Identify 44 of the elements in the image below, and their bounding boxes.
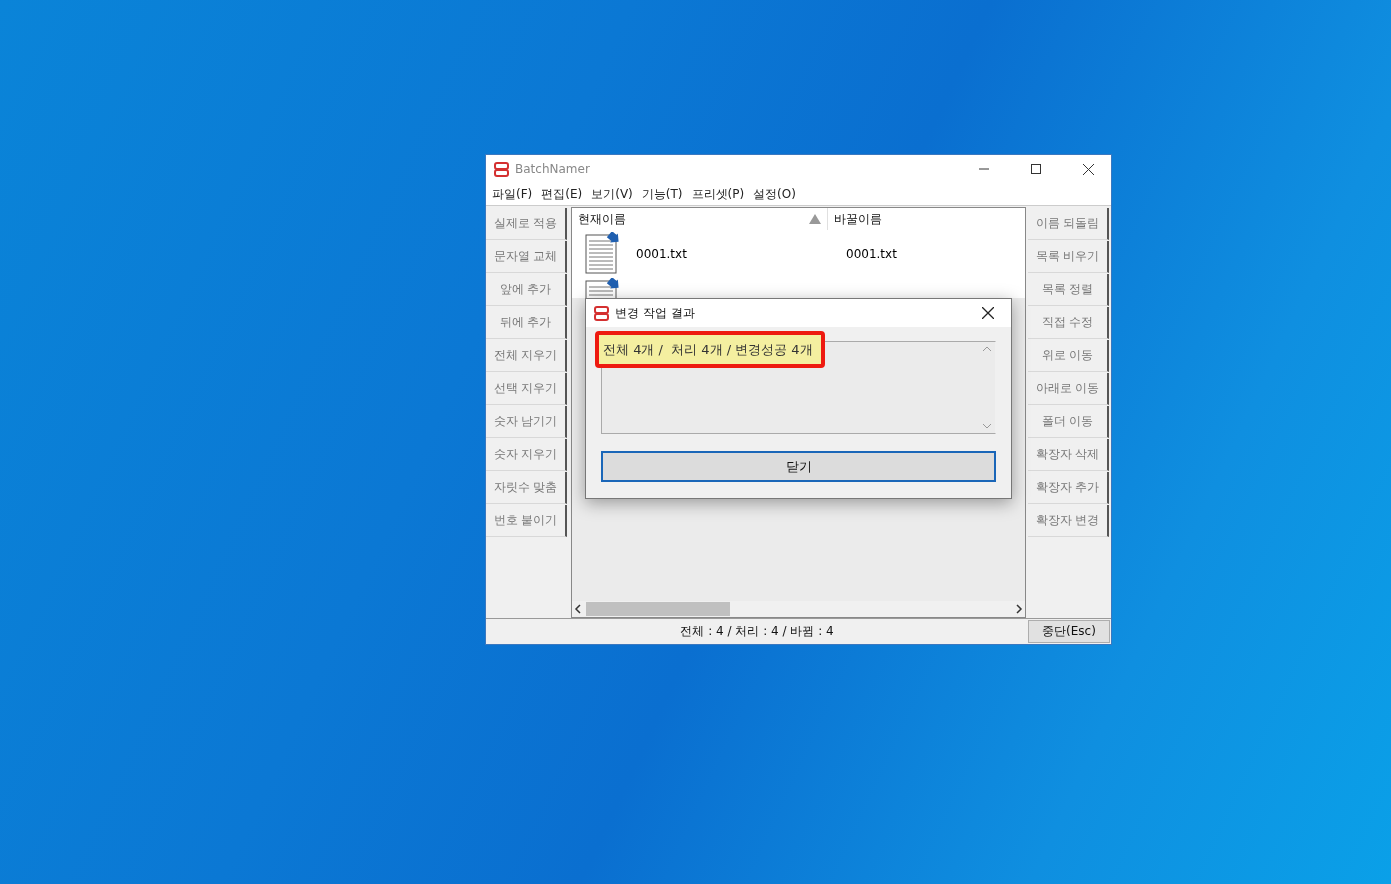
scroll-left-icon[interactable] [574, 604, 582, 614]
menu-item[interactable]: 파일(F) [490, 185, 540, 203]
action-button[interactable]: 확장자 변경 [1028, 505, 1109, 537]
stop-button[interactable]: 중단(Esc) [1028, 620, 1110, 643]
action-button[interactable]: 목록 비우기 [1028, 241, 1109, 273]
table-cell-text: 0001.txt [845, 247, 898, 261]
action-button[interactable]: 선택 지우기 [486, 373, 567, 405]
action-button[interactable]: 자릿수 맞춤 [486, 472, 567, 504]
close-icon[interactable] [1082, 163, 1094, 175]
action-button[interactable]: 뒤에 추가 [486, 307, 567, 339]
action-button[interactable]: 숫자 지우기 [486, 439, 567, 471]
action-button[interactable]: 폴더 이동 [1028, 406, 1109, 438]
sort-arrow-icon [809, 214, 821, 224]
horizontal-scrollbar[interactable] [572, 601, 1025, 617]
close-dialog-button[interactable]: 닫기 [601, 451, 996, 482]
window-title: BatchNamer [515, 162, 591, 176]
status-text: 전체 : 4 / 처리 : 4 / 바뀜 : 4 [679, 623, 835, 640]
menu-item[interactable]: 기능(T) [639, 185, 690, 203]
result-text: 전체 4개 / 처리 4개 / 변경성공 4개 [595, 331, 825, 368]
column-header[interactable]: 바꿀이름 [828, 208, 1025, 230]
menu-item[interactable]: 프리셋(P) [689, 185, 752, 203]
action-button[interactable]: 확장자 추가 [1028, 472, 1109, 504]
menu-item[interactable]: 편집(E) [539, 185, 590, 203]
maximize-icon[interactable] [1031, 164, 1041, 174]
scroll-right-icon[interactable] [1015, 604, 1023, 614]
action-button[interactable]: 직접 수정 [1028, 307, 1109, 339]
action-button[interactable]: 번호 붙이기 [486, 505, 567, 537]
action-button[interactable]: 위로 이동 [1028, 340, 1109, 372]
menu-item[interactable]: 보기(V) [589, 185, 640, 203]
action-button[interactable]: 목록 정렬 [1028, 274, 1109, 306]
action-button[interactable]: 확장자 삭제 [1028, 439, 1109, 471]
close-icon[interactable] [982, 307, 994, 319]
dialog-title: 변경 작업 결과 [615, 304, 696, 322]
action-button[interactable]: 실제로 적용 [486, 208, 567, 240]
action-button[interactable]: 숫자 남기기 [486, 406, 567, 438]
action-button[interactable]: 이름 되돌림 [1028, 208, 1109, 240]
action-button[interactable]: 문자열 교체 [486, 241, 567, 273]
action-button[interactable]: 앞에 추가 [486, 274, 567, 306]
action-button[interactable]: 전체 지우기 [486, 340, 567, 372]
table-cell-text: 0001.txt [635, 247, 688, 261]
menu-item[interactable]: 설정(O) [751, 185, 803, 203]
app-logo-icon [594, 305, 609, 321]
app-logo-icon [494, 161, 509, 177]
action-button[interactable]: 아래로 이동 [1028, 373, 1109, 405]
